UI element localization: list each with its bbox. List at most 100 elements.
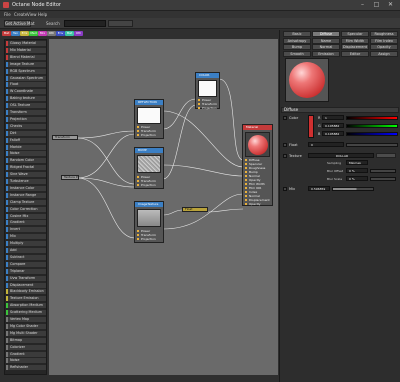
node-type-item[interactable]: Checks xyxy=(6,123,46,129)
node-type-item[interactable]: Texture Emission xyxy=(6,296,46,302)
tab-editor[interactable]: Editor xyxy=(341,50,369,57)
g-slider[interactable] xyxy=(346,124,398,128)
get-active-material-button[interactable]: Get Active Mat xyxy=(4,20,35,27)
mix-value-field[interactable]: 0.596859 xyxy=(308,186,330,191)
tab-displacement[interactable]: Displacement xyxy=(341,44,369,50)
node-type-item[interactable]: Ridged Fractal xyxy=(6,165,46,171)
blur-scale-field[interactable]: 0 % xyxy=(346,176,368,181)
mix-checkbox[interactable] xyxy=(283,187,287,191)
node-bump[interactable]: BUMP Power Transform Projection xyxy=(134,147,164,189)
category-tag[interactable]: Env xyxy=(56,31,65,36)
category-tag[interactable]: Med xyxy=(29,31,38,36)
float-checkbox[interactable] xyxy=(283,143,287,147)
category-tag[interactable]: Tex xyxy=(11,31,20,36)
node-type-item[interactable]: Projection xyxy=(6,116,46,122)
tab-film-width[interactable]: Film Width xyxy=(341,37,369,44)
tab-normal[interactable]: Normal xyxy=(312,44,340,50)
node-type-item[interactable]: Float xyxy=(6,82,46,88)
node-type-item[interactable]: Turbulence xyxy=(6,179,46,184)
float-value-field[interactable]: 0 xyxy=(308,142,344,147)
node-type-item[interactable]: Triplanar xyxy=(6,268,46,274)
node-reflection-pin[interactable]: Projection xyxy=(137,133,156,137)
tab-diffuse[interactable]: Diffuse xyxy=(312,31,340,37)
tab-smooth[interactable]: Smooth xyxy=(283,50,311,57)
color-swatch[interactable] xyxy=(308,115,314,138)
node-type-item[interactable]: Baking texture xyxy=(6,96,46,102)
node-type-item[interactable]: Reflshader xyxy=(6,365,46,371)
node-type-item[interactable]: Gaussian Spectrum xyxy=(6,75,46,81)
maximize-button[interactable]: □ xyxy=(371,1,382,9)
node-type-item[interactable]: Mg Multi Shader xyxy=(6,330,46,336)
b-slider[interactable] xyxy=(346,132,398,136)
node-type-item[interactable]: Dirt xyxy=(6,130,46,136)
menu-file[interactable]: File xyxy=(4,12,11,17)
g-value-field[interactable]: 0.105882 xyxy=(322,123,344,128)
node-type-item[interactable]: Mix xyxy=(6,234,46,240)
node-type-item[interactable]: Vertex Map xyxy=(6,317,46,322)
texture-name-field[interactable]: DOLLAR xyxy=(308,153,374,158)
color-checkbox[interactable] xyxy=(283,116,287,120)
node-type-item[interactable]: Image Texture xyxy=(6,61,46,67)
blur-offset-slider[interactable] xyxy=(370,169,396,173)
menu-create[interactable]: Create xyxy=(14,12,27,17)
node-type-item[interactable]: Scattering Medium xyxy=(6,310,46,316)
node-type-item[interactable]: Sine Wave xyxy=(6,172,46,178)
tab-basic[interactable]: Basic xyxy=(283,31,311,37)
node-type-item[interactable]: Mix Material xyxy=(6,47,46,53)
node-image-texture[interactable]: ImageTexture Power Transform Projection xyxy=(134,201,164,243)
node-type-item[interactable]: Invert xyxy=(6,227,46,233)
node-type-item[interactable]: Blackbody Emission xyxy=(6,289,46,295)
node-type-item[interactable]: W Coordinate xyxy=(6,89,46,95)
node-type-item[interactable]: Clamp Texture xyxy=(6,199,46,205)
node-type-item[interactable]: Cosine Mix xyxy=(6,213,46,219)
category-tag[interactable]: Mat xyxy=(2,31,11,36)
texture-options-button[interactable] xyxy=(376,153,396,158)
category-tag[interactable]: Mat xyxy=(65,31,74,36)
tab-film-index[interactable]: Film Index xyxy=(370,37,398,44)
node-bump-pin[interactable]: Projection xyxy=(137,183,156,187)
node-type-item[interactable]: Color Correction xyxy=(6,206,46,212)
node-type-item[interactable]: Falloff xyxy=(6,137,46,143)
tab-specular[interactable]: Specular xyxy=(341,31,369,37)
node-type-item[interactable]: Absorption Medium xyxy=(6,303,46,309)
close-button[interactable]: ✕ xyxy=(385,1,396,9)
node-type-item[interactable]: Uvw Transform xyxy=(6,275,46,281)
node-type-item[interactable]: Noise xyxy=(6,151,46,157)
node-type-item[interactable]: Instance Range xyxy=(6,192,46,198)
node-type-item[interactable]: OSL Texture xyxy=(6,103,46,109)
texture-checkbox[interactable] xyxy=(283,154,287,158)
r-value-field[interactable]: 1 xyxy=(322,115,344,120)
category-tag[interactable]: Oth xyxy=(74,31,83,36)
tab-anisotropy[interactable]: Anisotropy xyxy=(283,37,311,44)
node-graph-canvas[interactable]: REFLECTION Power Transform Projection CO… xyxy=(49,39,278,375)
blur-offset-field[interactable]: 0 % xyxy=(346,168,368,173)
float-slider[interactable] xyxy=(346,143,398,147)
node-type-item[interactable]: Marble xyxy=(6,144,46,150)
node-image-texture-pin[interactable]: Projection xyxy=(137,237,156,241)
node-type-item[interactable]: Glossy Material xyxy=(6,41,46,46)
tab-name[interactable]: Name xyxy=(312,37,340,44)
node-type-item[interactable]: Subtract xyxy=(6,254,46,260)
node-type-item[interactable]: Compare xyxy=(6,261,46,267)
r-slider[interactable] xyxy=(346,116,398,120)
node-type-item[interactable]: Gradient xyxy=(6,351,46,357)
search-options[interactable] xyxy=(108,20,133,27)
node-transform[interactable]: Transform xyxy=(52,135,78,140)
node-type-item[interactable]: Displacement xyxy=(6,282,46,288)
sampling-select[interactable]: Mipmap xyxy=(346,160,368,165)
tab-opacity[interactable]: Opacity xyxy=(370,44,398,50)
node-reflection[interactable]: REFLECTION Power Transform Projection xyxy=(134,99,164,139)
node-float[interactable]: Float xyxy=(182,207,208,212)
node-type-item[interactable]: Blend Material xyxy=(6,54,46,60)
tab-roughness[interactable]: Roughness xyxy=(370,31,398,37)
node-type-item[interactable]: Instance Color xyxy=(6,185,46,191)
menu-view[interactable]: View xyxy=(27,12,37,17)
node-type-item[interactable]: Random Color xyxy=(6,158,46,164)
blur-scale-slider[interactable] xyxy=(370,177,396,181)
mix-slider[interactable] xyxy=(332,187,374,191)
node-color[interactable]: COLOR Power Transform Projection xyxy=(195,72,220,110)
node-material[interactable]: Material Diffuse Specular Roughness Bump… xyxy=(242,124,273,206)
search-input[interactable] xyxy=(64,20,106,27)
minimize-button[interactable]: – xyxy=(357,1,368,9)
node-type-item[interactable]: Bitmap xyxy=(6,337,46,343)
